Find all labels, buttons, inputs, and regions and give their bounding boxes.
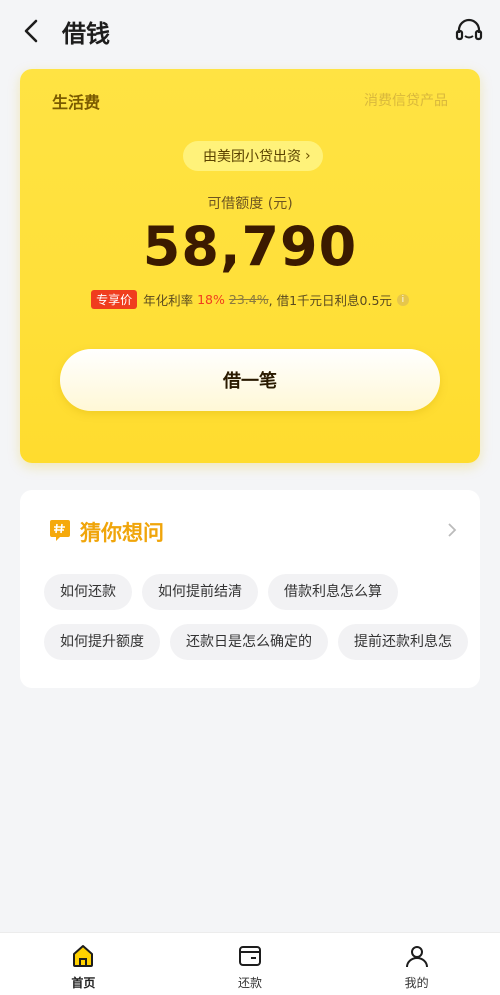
faq-chip[interactable]: 提前还款利息怎 [338,624,468,660]
home-icon [73,945,94,967]
faq-chip[interactable]: 还款日是怎么确定的 [170,624,328,660]
header-bar: 借钱 [0,0,500,62]
rate-value: 18% [197,292,225,307]
borrow-button[interactable]: 借一笔 [60,349,440,411]
info-icon[interactable]: i [396,293,409,306]
rate-suffix: , 借1千元日利息0.5元 [268,293,392,308]
faq-chips: 如何还款 如何提前结清 借款利息怎么算 如何提升额度 还款日是怎么确定的 提前还… [44,574,468,674]
tab-repay[interactable]: 还款 [167,933,334,995]
tab-label: 我的 [404,976,429,990]
chip-row: 如何还款 如何提前结清 借款利息怎么算 [44,574,456,610]
tab-label: 还款 [238,976,263,990]
rate-info: 专享价 年化利率 18% 23.4% , 借1千元日利息0.5元 i [20,290,480,309]
faq-chip[interactable]: 如何提前结清 [142,574,258,610]
rate-label: 年化利率 [143,293,194,308]
tab-label: 首页 [71,976,96,990]
faq-title: 猜你想问 [80,521,164,545]
chevron-left-icon[interactable] [18,17,46,45]
chip-row: 如何提升额度 还款日是怎么确定的 提前还款利息怎 [44,624,468,660]
faq-chip[interactable]: 如何提升额度 [44,624,160,660]
tab-home[interactable]: 首页 [0,933,167,995]
wallet-icon [239,946,261,966]
chevron-right-icon[interactable] [446,522,458,538]
product-name: 生活费 [52,93,101,112]
loan-card: 生活费 消费信贷产品 由美团小贷出资 › 可借额度 (元) 58,790 专享价… [20,69,480,463]
chevron-right-icon: › [305,148,311,164]
quota-amount: 58,790 [142,215,358,278]
lender-link[interactable]: 由美团小贷出资 › [183,141,323,171]
headset-icon[interactable] [454,16,484,46]
faq-chip[interactable]: 借款利息怎么算 [268,574,398,610]
faq-chip[interactable]: 如何还款 [44,574,132,610]
lender-label: 由美团小贷出资 [203,149,301,165]
exclusive-price-badge: 专享价 [91,290,138,309]
hashtag-icon [50,520,70,541]
product-type-label: 消费信贷产品 [364,93,448,109]
bottom-tab-bar: 首页 还款 我的 [0,932,500,995]
rate-original: 23.4% [228,292,269,307]
quota-label: 可借额度 (元) [207,196,293,212]
tab-mine[interactable]: 我的 [333,933,500,995]
faq-section: 猜你想问 如何还款 如何提前结清 借款利息怎么算 如何提升额度 还款日是怎么确定… [20,490,480,688]
page-title: 借钱 [62,20,110,48]
user-icon [405,946,428,968]
